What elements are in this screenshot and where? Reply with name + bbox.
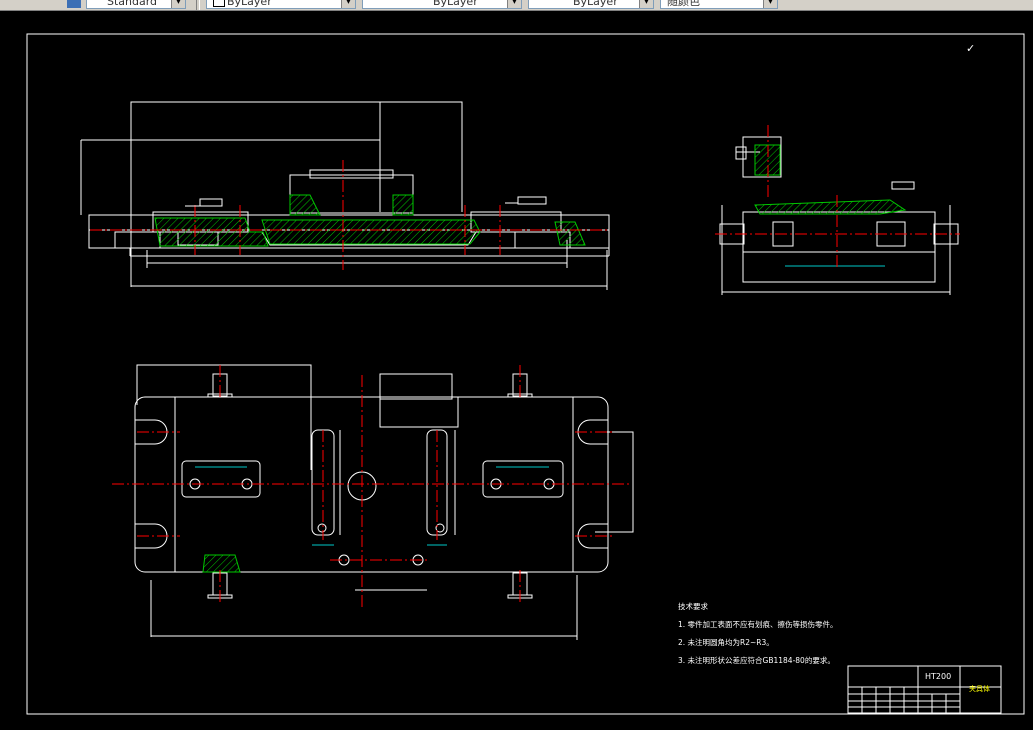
- toolbar-separator: [196, 0, 200, 10]
- title-block-material: HT200: [925, 672, 952, 681]
- lineweight-dropdown[interactable]: ByLayer ▼: [528, 0, 654, 9]
- tech-requirement-3: 3. 未注明形状公差应符合GB1184-80的要求。: [678, 656, 835, 665]
- chevron-down-icon[interactable]: ▼: [639, 0, 653, 8]
- top-view-dimensions: [195, 430, 549, 546]
- side-view-hatching: [754, 144, 907, 215]
- drawing-canvas[interactable]: [0, 10, 1033, 730]
- plot-style-dropdown[interactable]: 随颜色 ▼: [660, 0, 778, 9]
- top-view: [134, 364, 634, 640]
- top-view-hatching: [202, 554, 241, 573]
- chevron-down-icon[interactable]: ▼: [763, 0, 777, 8]
- title-block-part-name: 夹具体: [969, 685, 990, 693]
- plot-style-value: 随颜色: [667, 0, 700, 8]
- linetype-dropdown[interactable]: ByLayer ▼: [362, 0, 522, 9]
- tech-requirement-1: 1. 零件加工表面不应有划痕、擦伤等损伤零件。: [678, 620, 838, 629]
- layer-value: ByLayer: [227, 0, 272, 8]
- layer-dropdown[interactable]: ByLayer ▼: [206, 0, 356, 9]
- chevron-down-icon[interactable]: ▼: [507, 0, 521, 8]
- lineweight-value: ByLayer: [573, 0, 618, 8]
- roughness-symbol: ✓: [966, 42, 976, 55]
- chevron-down-icon[interactable]: ▼: [341, 0, 355, 8]
- tech-requirement-2: 2. 未注明圆角均为R2~R3。: [678, 638, 774, 647]
- technical-requirements: 技术要求 1. 零件加工表面不应有划痕、擦伤等损伤零件。 2. 未注明圆角均为R…: [678, 598, 838, 670]
- text-style-icon[interactable]: [67, 0, 81, 8]
- text-style-value: Standard: [107, 0, 158, 8]
- text-style-dropdown[interactable]: Standard ▼: [86, 0, 186, 9]
- front-view-hatching: [154, 194, 586, 247]
- linetype-value: ByLayer: [433, 0, 478, 8]
- layer-swatch-icon: [213, 0, 225, 7]
- chevron-down-icon[interactable]: ▼: [171, 0, 185, 8]
- front-view-callouts: [185, 196, 547, 207]
- front-view: [80, 101, 610, 290]
- tech-requirements-title: 技术要求: [678, 602, 708, 611]
- side-view-centerlines: [715, 125, 960, 270]
